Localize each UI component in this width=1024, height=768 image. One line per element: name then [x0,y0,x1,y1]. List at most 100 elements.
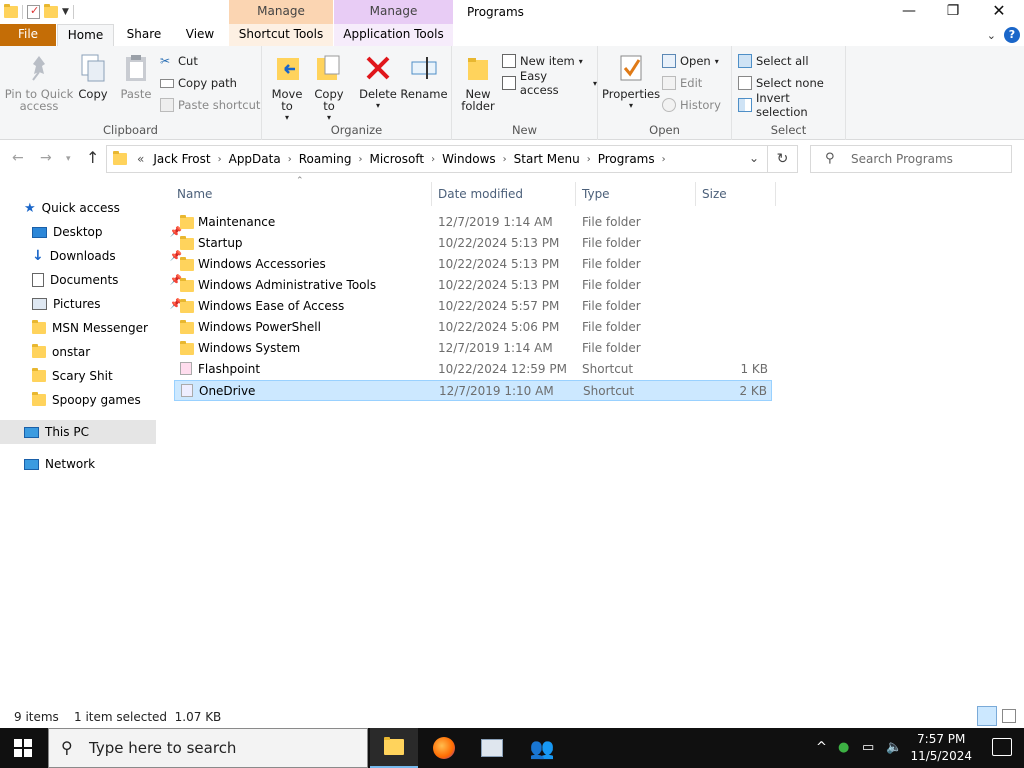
chevron-right-icon[interactable]: › [585,154,593,165]
recent-locations-icon[interactable]: ▾ [66,154,71,164]
chevron-right-icon[interactable]: › [660,154,668,165]
column-header-name[interactable]: Name [172,182,432,206]
table-row[interactable]: Windows System 12/7/2019 1:14 AM File fold… [174,338,772,359]
copy-to-button[interactable]: Copy to ▾ [310,52,348,124]
address-dropdown-icon[interactable]: ⌄ [749,151,759,165]
table-row[interactable]: Windows PowerShell 10/22/2024 5:06 PM File… [174,317,772,338]
edit-button[interactable]: Edit [662,74,702,92]
breadcrumb-jack-frost[interactable]: Jack Frost [148,152,215,166]
chevron-right-icon[interactable]: › [286,154,294,165]
table-row[interactable]: Flashpoint 10/22/2024 12:59 PM Shortcut 1 K… [174,359,772,380]
select-all-button[interactable]: Select all [738,52,809,70]
chevron-right-icon[interactable]: › [501,154,509,165]
nav-quick-access[interactable]: ★ Quick access [24,196,180,220]
easy-access-button[interactable]: Easy access ▾ [502,69,597,97]
move-to-button[interactable]: Move to ▾ [268,52,306,124]
nav-spoopy-games[interactable]: Spoopy games [32,388,188,412]
close-button[interactable]: ✕ [976,0,1022,24]
invert-selection-button[interactable]: Invert selection [738,91,845,119]
file-explorer-taskbar-icon[interactable] [370,728,418,768]
breadcrumb-start-menu[interactable]: Start Menu [509,152,585,166]
file-name: Windows Ease of Access [198,299,345,313]
volume-icon[interactable]: 🔈 [886,740,902,755]
breadcrumb-windows[interactable]: Windows [437,152,501,166]
table-row[interactable]: Maintenance 12/7/2019 1:14 AM File folder [174,212,772,233]
ribbon-collapse-icon[interactable]: ⌄ [987,29,996,42]
delete-button[interactable]: Delete ▾ [358,52,398,112]
table-row[interactable]: OneDrive 12/7/2019 1:10 AM Shortcut 2 KB [174,380,772,401]
new-item-button[interactable]: New item ▾ [502,52,583,70]
clock[interactable]: 7:57 PM 11/5/2024 [910,731,972,765]
large-icons-view-icon[interactable] [1002,709,1016,723]
details-view-icon[interactable] [977,706,997,726]
refresh-icon[interactable]: ↻ [768,145,798,173]
nav-scary-shit[interactable]: Scary Shit [32,364,188,388]
breadcrumb-appdata[interactable]: AppData [224,152,286,166]
tab-shortcut-tools[interactable]: Shortcut Tools [229,24,333,46]
network-tray-icon[interactable]: ▭ [862,740,874,755]
column-header-date[interactable]: Date modified [432,182,576,206]
pin-to-quick-access-button[interactable]: Pin to Quick access [4,52,74,112]
paste-button[interactable]: Paste [118,52,154,100]
copy-button[interactable]: Copy [76,52,110,100]
cut-button[interactable]: ✂ Cut [160,52,198,70]
back-arrow-icon[interactable]: ← [12,150,24,166]
breadcrumb-programs[interactable]: Programs [593,152,660,166]
properties-button[interactable]: Properties ▾ [602,52,660,112]
open-button[interactable]: Open ▾ [662,52,719,70]
show-hidden-icons[interactable]: ^ [816,740,827,755]
rename-button[interactable]: Rename [400,52,448,100]
taskbar-search-input[interactable]: ⚲ Type here to search [48,728,368,768]
minimize-button[interactable]: — [886,0,932,24]
tab-file[interactable]: File [0,24,56,46]
address-bar[interactable]: « Jack Frost › AppData › Roaming › Microsof… [106,145,768,173]
nav-msn-messenger[interactable]: MSN Messenger [32,316,188,340]
new-item-label: New item [520,54,575,68]
table-row[interactable]: Windows Accessories 10/22/2024 5:13 PM Fil… [174,254,772,275]
up-arrow-icon[interactable]: ↑ [86,148,99,167]
nav-this-pc[interactable]: This PC [0,420,156,444]
table-row[interactable]: Startup 10/22/2024 5:13 PM File folder [174,233,772,254]
new-folder-qat-icon[interactable] [44,4,58,18]
tab-home[interactable]: Home [57,24,114,46]
windows-start-icon[interactable] [14,739,32,760]
properties-check-icon[interactable]: ✓ [27,4,40,19]
history-button[interactable]: History [662,96,721,114]
chevron-right-icon[interactable]: › [429,154,437,165]
breadcrumb-microsoft[interactable]: Microsoft [364,152,429,166]
nav-documents[interactable]: Documents 📌 [32,268,188,292]
search-input[interactable]: ⚲ Search Programs [810,145,1012,173]
tab-share[interactable]: Share [118,24,170,46]
copy-path-button[interactable]: Copy path [160,74,237,92]
nav-downloads[interactable]: ↓ Downloads 📌 [32,244,188,268]
notification-icon[interactable] [992,738,1012,756]
forward-arrow-icon[interactable]: → [40,150,52,166]
select-all-label: Select all [756,54,809,68]
select-none-button[interactable]: Select none [738,74,824,92]
tab-application-tools[interactable]: Application Tools [334,24,453,46]
chevron-right-icon[interactable]: › [216,154,224,165]
nav-onstar[interactable]: onstar [32,340,188,364]
paste-shortcut-button[interactable]: Paste shortcut [160,96,260,114]
app-window-taskbar-icon[interactable] [468,728,516,768]
tab-view[interactable]: View [176,24,224,46]
nav-desktop[interactable]: Desktop 📌 [32,220,188,244]
table-row[interactable]: Windows Administrative Tools 10/22/2024 5… [174,275,772,296]
breadcrumb-roaming[interactable]: Roaming [294,152,357,166]
search-icon: ⚲ [825,151,835,166]
qat-dropdown-icon[interactable]: ▼ [62,7,69,17]
column-header-type[interactable]: Type [576,182,696,206]
msn-messenger-taskbar-icon[interactable]: 👥 [518,728,566,768]
chevron-right-icon[interactable]: › [356,154,364,165]
window-app-icon [481,739,503,757]
table-row[interactable]: Windows Ease of Access 10/22/2024 5:57 PM… [174,296,772,317]
help-icon[interactable]: ? [1004,27,1020,43]
firefox-taskbar-icon[interactable] [420,728,468,768]
breadcrumb-overflow[interactable]: « [133,152,148,166]
column-header-size[interactable]: Size [696,182,776,206]
maximize-button[interactable]: ❐ [930,0,976,24]
new-folder-button[interactable]: New folder [458,52,498,112]
messenger-tray-icon[interactable]: ● [838,740,849,755]
nav-pictures[interactable]: Pictures 📌 [32,292,188,316]
nav-network[interactable]: Network [24,452,180,476]
